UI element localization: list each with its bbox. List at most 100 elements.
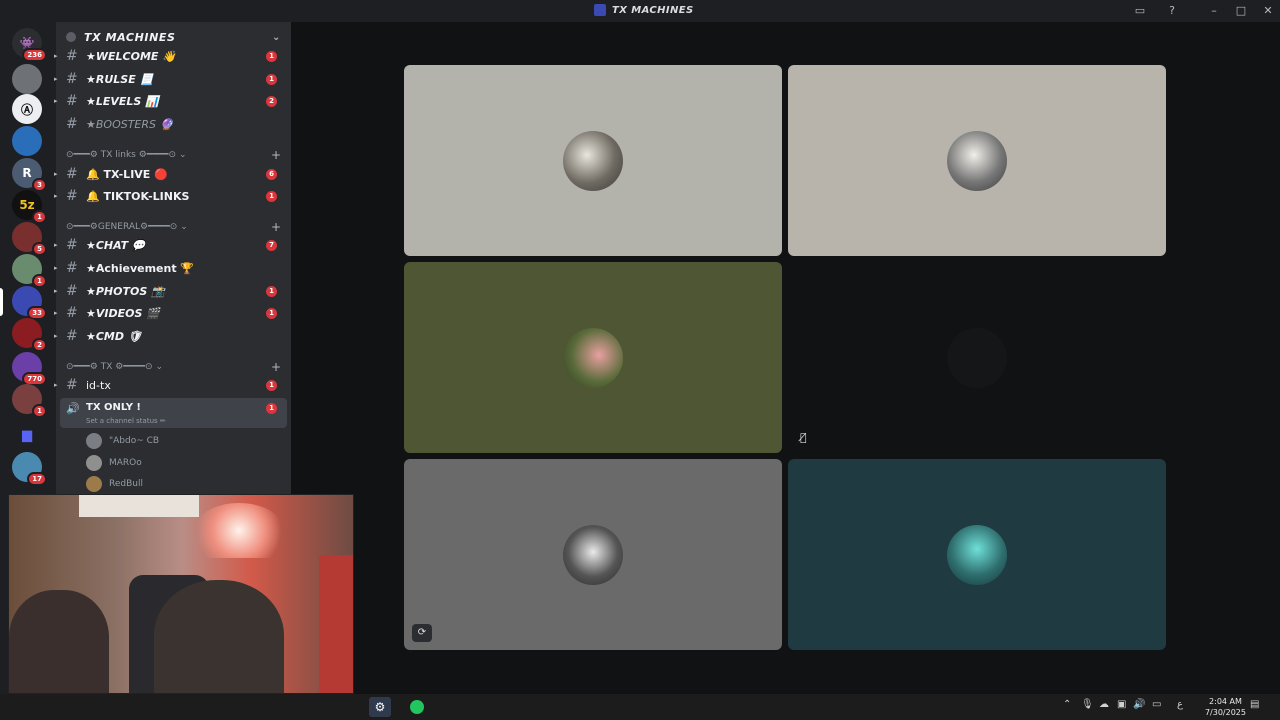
expand-arrow-icon: ▸ bbox=[54, 75, 58, 83]
add-channel-icon[interactable]: + bbox=[271, 360, 281, 374]
expand-arrow-icon: ▸ bbox=[54, 52, 58, 60]
avatar bbox=[947, 131, 1007, 191]
hashtag-icon: # bbox=[66, 377, 78, 393]
chevron-up-icon[interactable]: ⌃ bbox=[1063, 699, 1071, 710]
avatar bbox=[86, 476, 102, 492]
voice-channel-tx-only[interactable]: 🔊 TX ONLY ! Set a channel status ✏ 1 bbox=[60, 398, 287, 428]
chevron-down-icon: ⌄ bbox=[180, 222, 188, 232]
channel-chat[interactable]: ▸ # ★CHAT 💬 7 bbox=[54, 235, 291, 255]
category-tx[interactable]: ⊙━━━⚙ TX ⚙━━━━⊙ ⌄ + bbox=[66, 360, 281, 374]
muted-mic-icon: 🎙̸ bbox=[800, 431, 807, 444]
steam-icon[interactable]: ⚙ bbox=[369, 697, 391, 717]
window-title: TX MACHINES bbox=[594, 4, 694, 16]
taskbar: ⚙ ⌃ 🎙 ☁ ▣ 🔊 ▭ ع 2:04 AM 7/30/2025 ▤ bbox=[0, 694, 1280, 720]
voice-user[interactable]: "Abdo~ CB bbox=[86, 432, 159, 450]
channel-boosters[interactable]: # ★BOOSTERS 🔮 bbox=[56, 114, 291, 134]
expand-arrow-icon: ▸ bbox=[54, 97, 58, 105]
cloud-icon[interactable]: ☁ bbox=[1099, 699, 1109, 710]
channel-tiktok-links[interactable]: ▸ # 🔔 TIKTOK-LINKS 1 bbox=[54, 186, 291, 206]
chevron-down-icon: ⌄ bbox=[155, 362, 164, 372]
add-channel-icon[interactable]: + bbox=[271, 220, 281, 234]
display-icon[interactable]: ▣ bbox=[1117, 699, 1126, 710]
activity-icon[interactable]: ⟳ bbox=[412, 624, 432, 642]
hashtag-icon: # bbox=[66, 328, 78, 344]
server-icon[interactable] bbox=[12, 126, 42, 156]
avatar bbox=[86, 455, 102, 471]
hashtag-icon: # bbox=[66, 71, 78, 87]
server-boost-icon bbox=[66, 32, 76, 42]
expand-arrow-icon: ▸ bbox=[54, 381, 58, 389]
anarchy-server-icon[interactable]: Ⓐ bbox=[12, 94, 42, 124]
category-general[interactable]: ⊙━━━⚙GENERAL⚙━━━━⊙ ⌄ + bbox=[66, 220, 281, 234]
server-icon[interactable] bbox=[12, 64, 42, 94]
channel-tx-live[interactable]: ▸ # 🔔 TX-LIVE 🔴 6 bbox=[54, 164, 291, 184]
expand-arrow-icon: ▸ bbox=[54, 192, 58, 200]
expand-arrow-icon: ▸ bbox=[54, 170, 58, 178]
speaker-icon: 🔊 bbox=[66, 402, 80, 415]
channel-videos[interactable]: ▸ # ★VIDEOS 🎬 1 bbox=[54, 303, 291, 323]
participant-tile[interactable] bbox=[788, 65, 1166, 256]
folder-icon[interactable]: ▆ bbox=[12, 420, 42, 450]
avatar bbox=[947, 525, 1007, 585]
title-bar: TX MACHINES ▭ ? – □ ✕ bbox=[0, 0, 1280, 22]
channel-levels[interactable]: ▸ # ★LEVELS 📊 2 bbox=[54, 91, 291, 111]
hashtag-icon: # bbox=[66, 93, 78, 109]
hashtag-icon: # bbox=[66, 237, 78, 253]
microphone-icon[interactable]: 🎙 bbox=[1081, 699, 1094, 710]
category-tx-links[interactable]: ⊙━━━⚙ TX links ⚙━━━━⊙ ⌄ + bbox=[66, 148, 281, 162]
help-icon[interactable]: ? bbox=[1164, 3, 1180, 19]
voice-user[interactable]: MAROo bbox=[86, 454, 142, 472]
server-icon[interactable]: 1 bbox=[12, 384, 47, 418]
selected-server-indicator bbox=[0, 288, 3, 316]
participant-tile[interactable] bbox=[404, 262, 782, 453]
hashtag-icon: # bbox=[66, 305, 78, 321]
green-app-icon[interactable] bbox=[406, 697, 428, 717]
hashtag-icon: # bbox=[66, 260, 78, 276]
close-button[interactable]: ✕ bbox=[1260, 3, 1276, 19]
server-icon bbox=[594, 4, 606, 16]
flag bbox=[319, 555, 353, 693]
person-left bbox=[9, 590, 109, 693]
server-icon-tx-machines[interactable]: 33 bbox=[12, 286, 47, 320]
channel-cmd[interactable]: ▸ # ★CMD 🛡 bbox=[54, 326, 291, 346]
participant-tile[interactable] bbox=[404, 65, 782, 256]
server-icon[interactable]: R3 bbox=[12, 158, 47, 192]
avatar bbox=[86, 433, 102, 449]
channel-welcome[interactable]: ▸ # ★WELCOME 👋 1 bbox=[54, 46, 291, 66]
server-icon[interactable]: 2 bbox=[12, 318, 47, 352]
crown-neon-sign bbox=[194, 503, 284, 558]
language-indicator[interactable]: ع bbox=[1177, 699, 1183, 710]
inbox-icon[interactable]: ▭ bbox=[1132, 3, 1148, 19]
channel-achievement[interactable]: ▸ # ★Achievement 🏆 bbox=[54, 258, 291, 278]
channel-status[interactable]: Set a channel status ✏ bbox=[86, 417, 166, 425]
avatar bbox=[947, 328, 1007, 388]
hashtag-icon: # bbox=[66, 283, 78, 299]
voice-user[interactable]: RedBull bbox=[86, 475, 143, 493]
notifications-icon[interactable]: ▤ bbox=[1250, 699, 1259, 710]
clock[interactable]: 2:04 AM 7/30/2025 bbox=[1205, 696, 1246, 718]
avatar bbox=[563, 525, 623, 585]
volume-icon[interactable]: 🔊 bbox=[1133, 699, 1145, 710]
server-icon[interactable]: 17 bbox=[12, 452, 47, 486]
channel-rulse[interactable]: ▸ # ★RULSE 📃 1 bbox=[54, 69, 291, 89]
channel-id-tx[interactable]: ▸ # id-tx 1 bbox=[54, 375, 291, 395]
direct-messages-icon[interactable]: 👾 236 bbox=[12, 28, 47, 62]
add-channel-icon[interactable]: + bbox=[271, 148, 281, 162]
webcam-overlay bbox=[8, 494, 354, 694]
server-icon[interactable]: 5 bbox=[12, 222, 47, 256]
server-icon[interactable]: 1 bbox=[12, 254, 47, 288]
participant-tile[interactable] bbox=[788, 262, 1166, 453]
chevron-down-icon[interactable]: ⌄ bbox=[272, 32, 281, 43]
chevron-down-icon: ⌄ bbox=[179, 150, 187, 160]
network-icon[interactable]: ▭ bbox=[1152, 699, 1161, 710]
server-icon[interactable]: 5z 1 bbox=[12, 190, 47, 224]
participant-tile[interactable]: ⟳ bbox=[404, 459, 782, 650]
hashtag-icon: # bbox=[66, 188, 78, 204]
hashtag-icon: # bbox=[66, 166, 78, 182]
participant-tile[interactable] bbox=[788, 459, 1166, 650]
expand-arrow-icon: ▸ bbox=[54, 264, 58, 272]
channel-photos[interactable]: ▸ # ★PHOTOS 📸 1 bbox=[54, 281, 291, 301]
server-folder-icon[interactable]: 770 bbox=[12, 352, 47, 386]
minimize-button[interactable]: – bbox=[1206, 3, 1222, 19]
maximize-button[interactable]: □ bbox=[1233, 3, 1249, 19]
